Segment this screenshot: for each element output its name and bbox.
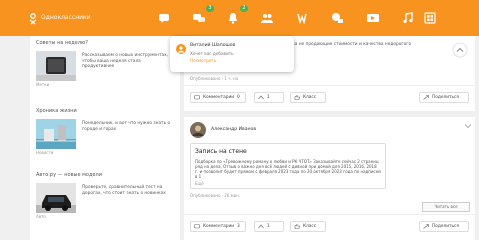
comment-icon [194,224,200,229]
reshare-button[interactable]: 1 [254,92,284,103]
class-button[interactable]: Класс [290,221,326,232]
post-meta: Опубликовано · 26 мин. [190,193,241,198]
discussion-icon[interactable] [192,11,206,25]
share-button[interactable]: Поделиться [419,92,469,103]
bell-icon[interactable] [226,11,240,25]
reshare-count: 1 [267,224,270,229]
share-icon [423,224,429,229]
post-title: Запись на стене [195,148,247,155]
post-snippet[interactable]: в на не продающие стоимости и качества н… [288,42,438,47]
music-icon[interactable] [401,11,415,25]
events-count-badge: 2 [240,5,248,12]
post-author[interactable]: Александр Иванов [211,127,256,132]
like-icon [294,95,300,100]
logo-icon[interactable] [28,13,38,25]
left-sidebar: Советы на неделю? Рассказываем о новых и… [30,36,180,240]
reshare-icon [258,224,264,229]
post-body: Подборка по «Тревожному роману о любви и… [195,159,381,179]
comments-button[interactable]: Комментарии 0 [190,92,246,103]
top-bar: Одноклассники 3 2 [0,0,479,36]
guests-icon[interactable] [295,11,309,25]
share-icon [423,95,429,100]
menu-icon[interactable] [423,11,437,25]
notification-text: Хочет вас добавить [190,51,234,56]
reshare-button[interactable]: 1 [254,221,284,232]
collapse-icon[interactable] [452,42,468,58]
sidebar-item-text[interactable]: Проверьте, сравнительный тест на дорогах… [82,185,174,196]
user-add-icon [176,44,186,54]
comments-button[interactable]: Комментарии 3 [190,221,246,232]
notification-action-link[interactable]: Посмотреть [190,58,216,63]
post-more-link[interactable]: Ещё [195,181,204,186]
video-icon[interactable] [366,11,380,25]
post-meta: Опубликовано · 1 ч. на [190,76,239,81]
class-button[interactable]: Класс [290,92,326,103]
comment-icon [194,95,200,100]
sidebar-item-title[interactable]: Хроника жизни [36,108,77,114]
post-content-box[interactable]: Запись на стене Подборка по «Тревожному … [190,143,386,189]
sidebar-item-text[interactable]: Понедельник, и вот что нужно знать о гор… [82,121,174,132]
logo-text[interactable]: Одноклассники [41,13,91,23]
notification-name[interactable]: Виталий Шапошов [190,43,235,48]
sidebar-thumbnail[interactable] [36,51,76,81]
divider [184,214,475,215]
avatar[interactable] [190,122,206,138]
friends-icon[interactable] [260,11,274,25]
sidebar-item-title[interactable]: Советы на неделю? [36,40,88,46]
message-icon[interactable] [157,11,171,25]
reshare-icon [258,95,264,100]
comments-count: 0 [237,95,240,100]
divider [184,85,475,86]
sidebar-item-text[interactable]: Рассказываем о новых инструментах, чтобы… [82,53,174,70]
gifts-icon[interactable] [330,11,344,25]
reshare-count: 1 [267,95,270,100]
notification-popup[interactable]: Виталий Шапошов Хочет вас добавить Посмо… [170,36,294,72]
like-icon [294,224,300,229]
notifications-count-badge: 3 [206,5,214,12]
chevron-down-icon[interactable] [464,123,472,129]
sidebar-thumbnail[interactable] [36,183,76,213]
comments-count: 3 [237,224,240,229]
sidebar-item-source: Авто [36,214,46,219]
sidebar-thumbnail[interactable] [36,119,76,149]
sidebar-item-source: Метки [36,82,50,87]
sidebar-item-source: Новости [36,150,54,155]
sidebar-item-title[interactable]: Авто.ру — новые модели [36,172,102,178]
read-all-tooltip[interactable]: Читать все [422,202,470,212]
feed-post: Александр Иванов Запись на стене Подборк… [184,117,475,240]
share-button[interactable]: Поделиться [419,221,469,232]
